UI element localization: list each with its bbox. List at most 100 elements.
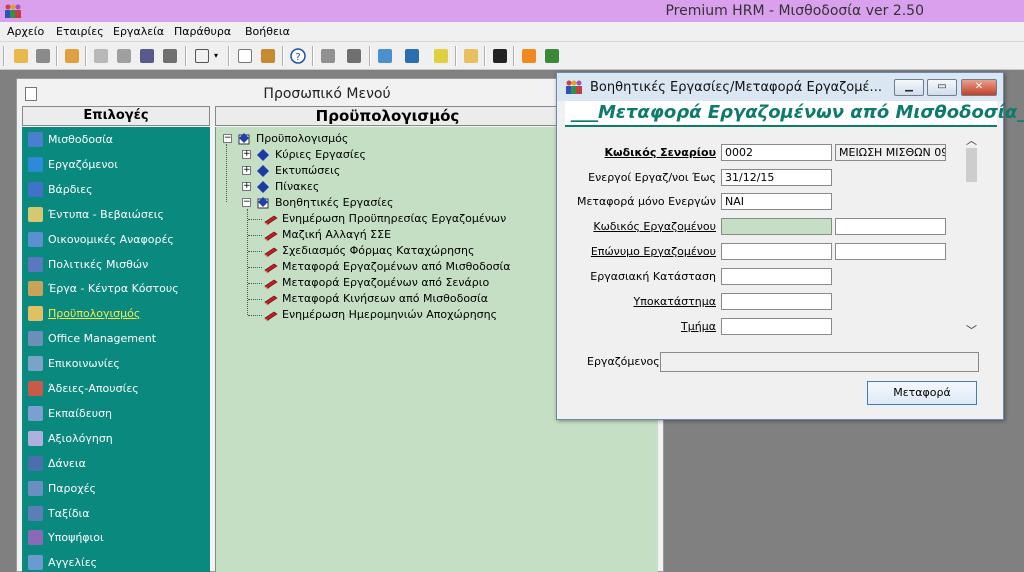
expand-icon[interactable]: + xyxy=(242,182,251,191)
tree-item-label: Ενημέρωση Προϋπηρεσίας Εργαζομένων xyxy=(282,212,507,225)
copy-icon[interactable] xyxy=(319,47,337,65)
options-sidebar: Μισθοδοσία Εργαζόμενοι Βάρδιες Έντυπα - Βεβ… xyxy=(22,127,210,572)
sidebar-item[interactable]: Προϋπολογισμός xyxy=(22,303,210,325)
work-status-field[interactable] xyxy=(721,268,832,285)
collapse-icon[interactable]: − xyxy=(242,198,251,207)
window-layout-icon[interactable] xyxy=(193,47,211,65)
menu-file[interactable]: Αρχείο xyxy=(7,25,44,38)
sidebar-item[interactable]: Παροχές xyxy=(22,478,210,500)
employee-surname-label[interactable]: Επώνυμο Εργαζομένου xyxy=(591,245,716,258)
sidebar-item[interactable]: Office Management xyxy=(22,328,210,350)
print-icon[interactable] xyxy=(115,47,133,65)
tree-item[interactable]: Μαζική Αλλαγή ΣΣΕ xyxy=(262,227,512,243)
sidebar-item[interactable]: Έργα - Κέντρα Κόστους xyxy=(22,278,210,300)
sidebar-item[interactable]: Μισθοδοσία xyxy=(22,129,210,151)
sidebar-item[interactable]: Αξιολόγηση xyxy=(22,428,210,450)
help-icon[interactable]: ? xyxy=(289,47,307,65)
employee-code-field[interactable] xyxy=(721,218,832,235)
expand-icon[interactable]: + xyxy=(242,166,251,175)
sidebar-item[interactable]: Έντυπα - Βεβαιώσεις xyxy=(22,204,210,226)
employee-surname-to-field[interactable] xyxy=(835,243,946,260)
tree-item-label: Ενημέρωση Ημερομηνιών Αποχώρησης xyxy=(282,308,498,321)
pencil-icon[interactable] xyxy=(63,47,81,65)
dropdown-arrow-icon[interactable]: ▾ xyxy=(212,47,222,65)
sidebar-item[interactable]: Άδειες-Απουσίες xyxy=(22,378,210,400)
sidebar-item[interactable]: Πολιτικές Μισθών xyxy=(22,254,210,276)
sidebar-item-label: Επικοινωνίες xyxy=(48,357,120,371)
sidebar-item[interactable]: Οικονομικές Αναφορές xyxy=(22,229,210,251)
tree-group[interactable]: + Κύριες Εργασίες xyxy=(242,147,442,163)
collapse-icon[interactable]: − xyxy=(223,134,232,143)
dialog-heading-band: ___Μεταφορά Εργαζομένων από Μισθοδοσία_ xyxy=(565,101,1024,127)
document-icon[interactable] xyxy=(236,47,254,65)
sidebar-item[interactable]: Ταξίδια xyxy=(22,503,210,525)
tree-root[interactable]: − Προϋπολογισμός xyxy=(223,131,423,147)
box-icon[interactable] xyxy=(376,47,394,65)
tree-item[interactable]: Ενημέρωση Ημερομηνιών Αποχώρησης xyxy=(262,307,512,323)
tree-group[interactable]: + Πίνακες xyxy=(242,179,442,195)
module-icon xyxy=(28,430,43,446)
sidebar-item[interactable]: Εκπαίδευση xyxy=(22,403,210,425)
sidebar-item[interactable]: Υποψήφιοι xyxy=(22,527,210,549)
open-folder-icon[interactable] xyxy=(12,47,30,65)
scenario-code-field[interactable]: 0002 xyxy=(721,144,832,161)
calendar-icon[interactable] xyxy=(138,47,156,65)
menu-help[interactable]: Βοήθεια xyxy=(245,25,290,38)
tree-item[interactable]: Μεταφορά Εργαζομένων από Σενάριο xyxy=(262,275,512,291)
scroll-down-icon[interactable]: ﹀ xyxy=(966,322,977,338)
tree-group[interactable]: − Βοηθητικές Εργασίες xyxy=(242,195,442,211)
maximize-button[interactable]: ▭ xyxy=(927,79,957,96)
tree-item[interactable]: Σχεδιασμός Φόρμας Καταχώρησης xyxy=(262,243,512,259)
sidebar-item-label: Υποψήφιοι xyxy=(48,531,104,545)
scroll-thumb[interactable] xyxy=(966,148,977,182)
options-header: Επιλογές xyxy=(22,106,210,126)
branch-field[interactable] xyxy=(721,293,832,310)
sidebar-item[interactable]: Βάρδιες xyxy=(22,179,210,201)
tree-group-label: Βοηθητικές Εργασίες xyxy=(275,196,394,209)
sidebar-item[interactable]: Επικοινωνίες xyxy=(22,353,210,375)
employee-surname-field[interactable] xyxy=(721,243,832,260)
active-until-field[interactable]: 31/12/15 xyxy=(721,169,832,186)
minimize-button[interactable]: ▁ xyxy=(894,79,924,96)
close-button[interactable]: ✕ xyxy=(961,79,997,96)
exit-icon[interactable] xyxy=(543,47,561,65)
sidebar-item[interactable]: Αγγελίες xyxy=(22,552,210,572)
tree-item[interactable]: Μεταφορά Εργαζομένων από Μισθοδοσία xyxy=(262,259,512,275)
transfer-button[interactable]: Μεταφορά xyxy=(867,381,977,405)
folder-icon[interactable] xyxy=(462,47,480,65)
tree-line xyxy=(226,144,227,202)
scroll-up-icon[interactable]: ︿ xyxy=(966,132,977,148)
sidebar-item-label: Office Management xyxy=(48,332,157,346)
tree-item[interactable]: Μεταφορά Κινήσεων από Μισθοδοσία xyxy=(262,291,512,307)
module-icon xyxy=(28,156,43,172)
import-icon[interactable] xyxy=(403,47,421,65)
books-icon[interactable] xyxy=(259,47,277,65)
window-icon[interactable] xyxy=(345,47,363,65)
export-icon[interactable] xyxy=(432,47,450,65)
sidebar-item[interactable]: Εργαζόμενοι xyxy=(22,154,210,176)
terminal-icon[interactable] xyxy=(491,47,509,65)
only-active-field[interactable]: ΝΑΙ xyxy=(721,193,832,210)
module-icon xyxy=(28,455,43,471)
module-icon xyxy=(28,231,43,247)
menu-tools[interactable]: Εργαλεία xyxy=(113,25,164,38)
employee-code-to-field[interactable] xyxy=(835,218,946,235)
tree-group[interactable]: + Εκτυπώσεις xyxy=(242,163,442,179)
menu-companies[interactable]: Εταιρίες xyxy=(56,25,104,38)
expand-icon[interactable]: + xyxy=(242,150,251,159)
branch-label[interactable]: Υποκατάστημα xyxy=(634,295,717,308)
tools-icon[interactable] xyxy=(92,47,110,65)
tree-item[interactable]: Ενημέρωση Προϋπηρεσίας Εργαζομένων xyxy=(262,211,512,227)
form-scrollbar[interactable]: ︿ ﹀ xyxy=(963,130,980,340)
key-icon[interactable] xyxy=(34,47,52,65)
employee-code-label[interactable]: Κωδικός Εργαζομένου xyxy=(593,220,716,233)
rss-icon[interactable] xyxy=(520,47,538,65)
scenario-code-label[interactable]: Κωδικός Σεναρίου xyxy=(605,146,716,159)
tree-group-label: Εκτυπώσεις xyxy=(275,164,341,177)
tree-header: Προϋπολογισμός xyxy=(215,106,560,126)
department-label[interactable]: Τμήμα xyxy=(681,320,716,333)
menu-windows[interactable]: Παράθυρα xyxy=(174,25,231,38)
notes-icon[interactable] xyxy=(161,47,179,65)
department-field[interactable] xyxy=(721,318,832,335)
sidebar-item[interactable]: Δάνεια xyxy=(22,453,210,475)
